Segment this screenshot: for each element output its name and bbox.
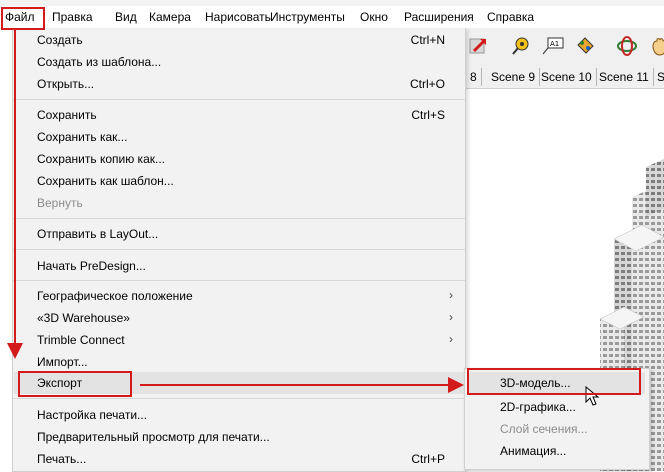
submenu-item-animation[interactable]: Анимация... <box>500 441 566 461</box>
file-menu: Создать Ctrl+N Создать из шаблона... Отк… <box>12 28 466 472</box>
scene-tab[interactable]: 8 <box>466 68 482 86</box>
scene-tab[interactable]: Scene 10 <box>537 68 597 86</box>
menu-item-print[interactable]: Печать... <box>37 449 86 469</box>
menu-item-open[interactable]: Открыть... <box>37 74 94 94</box>
orbit-arrow-icon[interactable] <box>466 33 492 59</box>
menu-separator <box>13 249 465 250</box>
annotation-box-3d-model <box>467 368 641 395</box>
annotation-box-export <box>18 371 132 397</box>
shortcut-new: Ctrl+N <box>410 33 445 47</box>
menu-item-save[interactable]: Сохранить <box>37 105 97 125</box>
menu-item-save-copy-as[interactable]: Сохранить копию как... <box>37 149 165 169</box>
annotation-spacer <box>408 7 489 29</box>
shortcut-save: Ctrl+S <box>411 108 445 122</box>
menu-item-print-setup[interactable]: Настройка печати... <box>37 405 147 425</box>
menu-draw[interactable]: Нарисовать <box>203 9 273 25</box>
chevron-right-icon: › <box>449 332 453 346</box>
menu-bar: Файл Правка Вид Камера Нарисовать Инстру… <box>0 6 664 29</box>
menu-item-new-from-template[interactable]: Создать из шаблона... <box>37 52 161 72</box>
menu-view[interactable]: Вид <box>113 9 139 25</box>
tape-measure-icon[interactable] <box>508 33 534 59</box>
menu-window[interactable]: Окно <box>358 9 390 25</box>
menu-item-3d-warehouse[interactable]: «3D Warehouse» <box>37 308 130 328</box>
shortcut-print: Ctrl+P <box>411 452 445 466</box>
menu-separator <box>13 280 465 281</box>
menu-separator <box>13 99 465 100</box>
svg-text:A1: A1 <box>550 40 559 48</box>
menu-item-print-preview[interactable]: Предварительный просмотр для печати... <box>37 427 270 447</box>
menu-tools[interactable]: Инструменты <box>268 9 347 25</box>
menu-item-start-predesign[interactable]: Начать PreDesign... <box>37 256 146 276</box>
title-strip-text: — — — <box>40 0 84 4</box>
submenu-item-section-slice: Слой сечения... <box>500 422 588 436</box>
toolbar: A1 <box>464 28 664 67</box>
text-icon[interactable]: A1 <box>540 33 566 59</box>
menu-item-save-as-template[interactable]: Сохранить как шаблон... <box>37 171 174 191</box>
menu-item-send-to-layout[interactable]: Отправить в LayOut... <box>37 224 158 244</box>
menu-item-save-as[interactable]: Сохранить как... <box>37 127 127 147</box>
menu-item-revert: Вернуть <box>37 196 83 210</box>
hand-pan-icon[interactable] <box>646 33 664 59</box>
menu-help[interactable]: Справка <box>485 9 536 25</box>
menu-item-trimble-connect[interactable]: Trimble Connect <box>37 330 125 350</box>
annotation-box-file <box>1 7 45 30</box>
scene-tab[interactable]: Scene 11 <box>595 68 654 86</box>
orbit-icon[interactable] <box>614 33 640 59</box>
chevron-right-icon: › <box>449 288 453 302</box>
chevron-right-icon: › <box>449 375 453 389</box>
scene-tab[interactable]: Scene 9 <box>487 68 541 86</box>
scene-tabs: 8 Scene 9 Scene 10 Scene 11 S <box>464 66 664 89</box>
shortcut-open: Ctrl+O <box>409 77 445 91</box>
menu-item-geo-location[interactable]: Географическое положение <box>37 286 193 306</box>
menu-item-new[interactable]: Создать <box>37 30 83 50</box>
paint-bucket-icon[interactable] <box>572 33 598 59</box>
menu-separator <box>13 398 465 399</box>
scene-tab[interactable]: S <box>653 68 664 86</box>
submenu-item-2d-graphic[interactable]: 2D-графика... <box>500 397 576 417</box>
menu-separator <box>13 218 465 219</box>
menu-edit[interactable]: Правка <box>50 9 95 25</box>
menu-camera[interactable]: Камера <box>147 9 193 25</box>
menu-item-import[interactable]: Импорт... <box>37 352 88 372</box>
chevron-right-icon: › <box>449 310 453 324</box>
